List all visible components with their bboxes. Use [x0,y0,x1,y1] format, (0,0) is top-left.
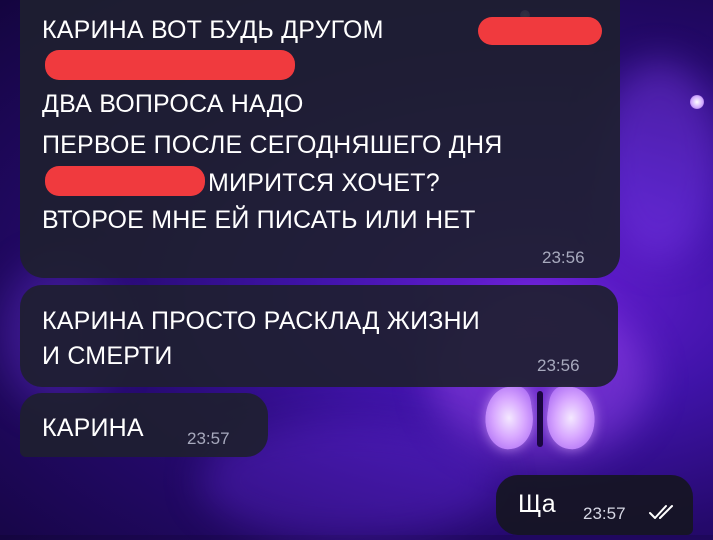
message-text-line: И СМЕРТИ [42,342,173,370]
butterfly-wing [542,383,600,453]
message-text-line: КАРИНА [42,414,144,442]
redaction-mark [45,50,295,80]
butterfly-wallpaper-icon [480,383,600,455]
message-timestamp: 23:56 [537,356,580,375]
message-timestamp: 23:57 [187,429,230,448]
butterfly-wing [480,383,538,453]
wallpaper-light-dot [690,95,704,109]
redaction-mark [478,17,602,45]
incoming-message-bubble[interactable]: КАРИНА ВОТ БУДЬ ДРУГОМ ДВА ВОПРОСА НАДО … [20,0,620,278]
message-timestamp: 23:57 [583,504,626,523]
message-text-line: МИРИТСЯ ХОЧЕТ? [208,169,440,197]
message-text-line: КАРИНА ПРОСТО РАСКЛАД ЖИЗНИ [42,307,480,335]
message-text-line: ПЕРВОЕ ПОСЛЕ СЕГОДНЯШЕГО ДНЯ [42,131,503,159]
incoming-message-bubble[interactable]: КАРИНА ПРОСТО РАСКЛАД ЖИЗНИ И СМЕРТИ 23:… [20,285,618,387]
redaction-mark [45,166,205,196]
message-timestamp: 23:56 [542,248,585,267]
butterfly-body [537,391,543,447]
incoming-message-bubble[interactable]: КАРИНА 23:57 [20,393,268,457]
message-text-line: ВТОРОЕ МНЕ ЕЙ ПИСАТЬ ИЛИ НЕТ [42,206,476,234]
message-text: Ща [518,490,556,518]
message-text-line: ДВА ВОПРОСА НАДО [42,90,304,118]
message-text-line: КАРИНА ВОТ БУДЬ ДРУГОМ [42,16,384,44]
outgoing-message-bubble[interactable]: Ща 23:57 [496,475,693,535]
double-check-icon [649,505,673,519]
